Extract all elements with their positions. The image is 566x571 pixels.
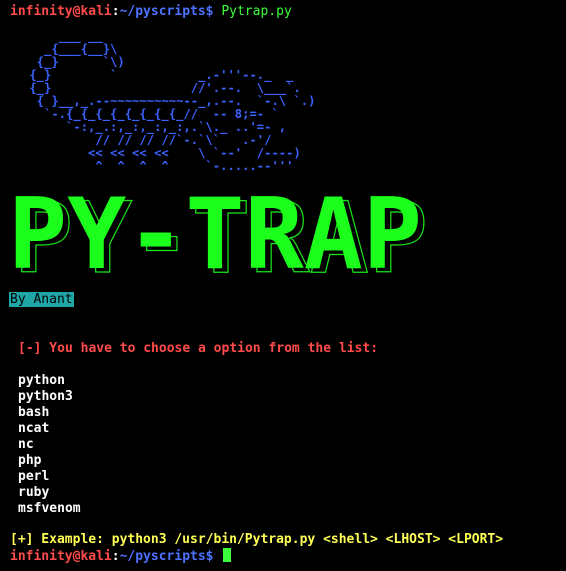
prompt-line-2: infinity@kali:~/pyscripts$ xyxy=(10,548,232,565)
banner-text: PY-TRAP xyxy=(8,188,422,288)
prompt-path-2: ~/pyscripts xyxy=(119,549,206,564)
pytrap-banner: PY-TRAP PY-TRAP xyxy=(8,188,428,288)
prompt-command: Pytrap.py xyxy=(221,4,292,19)
option-item: nc xyxy=(18,437,34,452)
prompt-colon: : xyxy=(111,4,120,19)
option-item: msfvenom xyxy=(18,501,81,516)
prompt-path: ~/pyscripts xyxy=(119,4,206,19)
option-item: php xyxy=(18,453,42,468)
prompt-dollar-2: $ xyxy=(205,549,214,564)
example-usage: [+] Example: python3 /usr/bin/Pytrap.py … xyxy=(10,532,504,547)
prompt-user-host: infinity@kali xyxy=(10,4,112,19)
author-byline: By Anant xyxy=(9,292,74,307)
option-item: python3 xyxy=(18,389,73,404)
option-item: ncat xyxy=(18,421,50,436)
option-item: python xyxy=(18,373,65,388)
prompt-user-host-2: infinity@kali xyxy=(10,549,112,564)
option-item: ruby xyxy=(18,485,50,500)
terminal-cursor[interactable] xyxy=(223,548,232,562)
prompt-line-1: infinity@kali:~/pyscripts$ Pytrap.py xyxy=(10,4,292,20)
terminal-window: infinity@kali:~/pyscripts$ Pytrap.py ___… xyxy=(0,0,566,571)
choose-option-message: [-] You have to choose a option from the… xyxy=(18,341,379,356)
option-item: bash xyxy=(18,405,50,420)
prompt-colon-2: : xyxy=(111,549,120,564)
scorpion-ascii-art: ___ __ _{___{__}\ {_} `\) {_} ` _.-'''--… xyxy=(29,29,316,173)
prompt-dollar: $ xyxy=(205,4,214,19)
option-item: perl xyxy=(18,469,50,484)
